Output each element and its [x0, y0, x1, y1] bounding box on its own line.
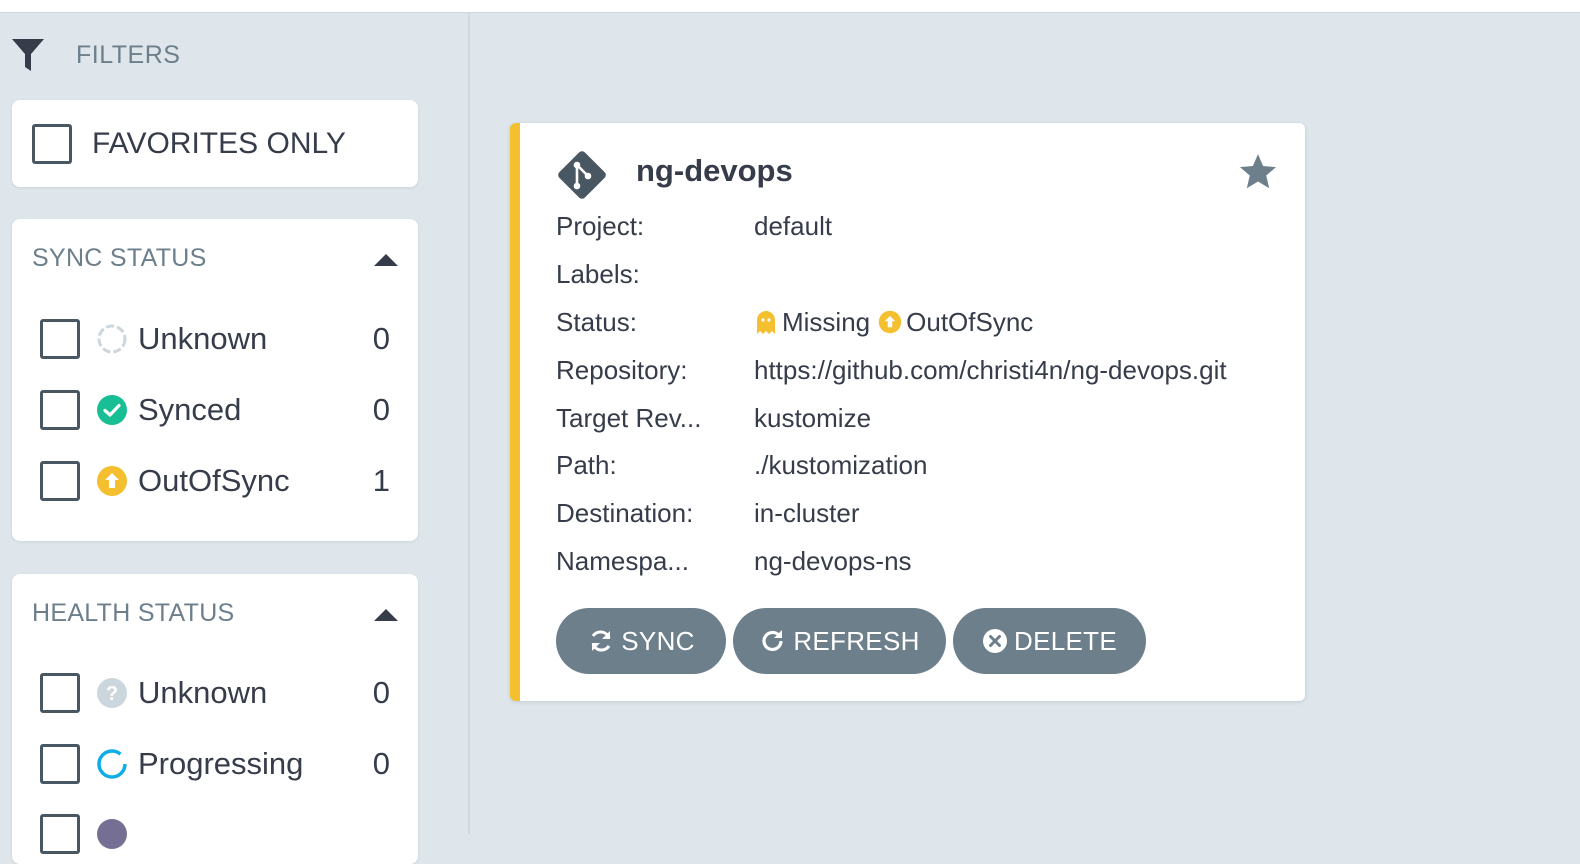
- progress-ring-icon: [96, 748, 128, 780]
- svg-text:?: ?: [106, 683, 118, 705]
- detail-status: Status: Missing OutOfSync: [556, 299, 1296, 347]
- detail-key: Project:: [556, 211, 754, 242]
- sync-outofsync-checkbox[interactable]: [40, 461, 80, 501]
- detail-key: Destination:: [556, 498, 754, 529]
- filter-icon: [12, 37, 46, 73]
- filters-title: FILTERS: [76, 41, 180, 70]
- sync-filter-unknown[interactable]: Unknown 0: [40, 317, 390, 361]
- ghost-icon: [754, 310, 778, 334]
- health-unknown-label: Unknown: [138, 675, 373, 711]
- delete-button[interactable]: DELETE: [953, 608, 1146, 674]
- health-status-text: Missing: [782, 307, 870, 338]
- favorites-only-filter[interactable]: FAVORITES ONLY: [12, 100, 418, 187]
- application-card[interactable]: ng-devops Project: default Labels: Statu…: [510, 123, 1305, 701]
- health-filter-progressing[interactable]: Progressing 0: [40, 742, 390, 786]
- health-progressing-checkbox[interactable]: [40, 744, 80, 784]
- arrow-up-circle-icon: [96, 465, 128, 497]
- favorite-star-icon[interactable]: [1237, 151, 1279, 193]
- health-progressing-label: Progressing: [138, 746, 373, 782]
- health-unknown-checkbox[interactable]: [40, 673, 80, 713]
- top-bar: [0, 0, 1580, 13]
- favorites-only-checkbox[interactable]: [32, 124, 72, 164]
- application-name[interactable]: ng-devops: [636, 153, 793, 189]
- application-details: Project: default Labels: Status: Missing: [556, 203, 1296, 585]
- sync-unknown-count: 0: [373, 321, 390, 357]
- refresh-button[interactable]: REFRESH: [733, 608, 946, 674]
- detail-key: Path:: [556, 450, 754, 481]
- detail-path: Path: ./kustomization: [556, 442, 1296, 490]
- check-circle-icon: [96, 394, 128, 426]
- sync-status-text: OutOfSync: [906, 307, 1033, 338]
- sync-unknown-label: Unknown: [138, 321, 373, 357]
- card-actions: SYNC REFRESH DELETE: [556, 608, 1146, 674]
- repository-link[interactable]: https://github.com/christi4n/ng-devops.g…: [754, 355, 1227, 386]
- question-circle-icon: ?: [96, 677, 128, 709]
- filters-sidebar: FILTERS FAVORITES ONLY SYNC STATUS Unkno…: [0, 13, 470, 834]
- close-circle-icon: [982, 628, 1008, 654]
- sync-status-panel: SYNC STATUS Unknown 0 Synced 0 OutOfSync: [12, 219, 418, 541]
- filters-header: FILTERS: [12, 35, 180, 75]
- detail-labels: Labels:: [556, 251, 1296, 299]
- detail-value: in-cluster: [754, 498, 859, 529]
- health-status-title: HEALTH STATUS: [32, 599, 235, 628]
- sync-filter-outofsync[interactable]: OutOfSync 1: [40, 459, 390, 503]
- health-suspended-checkbox[interactable]: [40, 814, 80, 854]
- sync-synced-count: 0: [373, 392, 390, 428]
- sync-icon: [587, 627, 615, 655]
- detail-key: Status:: [556, 307, 754, 338]
- git-icon: [556, 149, 608, 201]
- arrow-up-circle-icon: [878, 310, 902, 334]
- sync-filter-synced[interactable]: Synced 0: [40, 388, 390, 432]
- status-values: Missing OutOfSync: [754, 307, 1033, 338]
- pause-circle-icon: [96, 818, 128, 850]
- collapse-caret-icon[interactable]: [374, 609, 398, 621]
- sync-unknown-checkbox[interactable]: [40, 319, 80, 359]
- sync-synced-checkbox[interactable]: [40, 390, 80, 430]
- detail-destination: Destination: in-cluster: [556, 490, 1296, 538]
- refresh-icon: [759, 627, 787, 655]
- favorites-only-label: FAVORITES ONLY: [92, 127, 346, 161]
- sync-outofsync-count: 1: [373, 463, 390, 499]
- detail-project: Project: default: [556, 203, 1296, 251]
- health-progressing-count: 0: [373, 746, 390, 782]
- detail-value: default: [754, 211, 832, 242]
- sync-status-title: SYNC STATUS: [32, 244, 207, 273]
- detail-value: ./kustomization: [754, 450, 927, 481]
- detail-value: ng-devops-ns: [754, 546, 912, 577]
- sync-synced-label: Synced: [138, 392, 373, 428]
- detail-key: Target Rev...: [556, 403, 754, 434]
- health-filter-unknown[interactable]: ? Unknown 0: [40, 671, 390, 715]
- detail-key: Repository:: [556, 355, 754, 386]
- collapse-caret-icon[interactable]: [374, 254, 398, 266]
- sync-outofsync-label: OutOfSync: [138, 463, 373, 499]
- health-unknown-count: 0: [373, 675, 390, 711]
- detail-value: kustomize: [754, 403, 871, 434]
- health-status-panel: HEALTH STATUS ? Unknown 0 Progressing 0: [12, 574, 418, 864]
- sync-button-label: SYNC: [621, 626, 694, 657]
- detail-repository: Repository: https://github.com/christi4n…: [556, 346, 1296, 394]
- detail-target-revision: Target Rev... kustomize: [556, 394, 1296, 442]
- circle-outline-icon: [96, 323, 128, 355]
- refresh-button-label: REFRESH: [793, 626, 919, 657]
- delete-button-label: DELETE: [1014, 626, 1117, 657]
- health-filter-suspended-partial[interactable]: [40, 812, 390, 856]
- detail-key: Namespa...: [556, 546, 754, 577]
- sync-button[interactable]: SYNC: [556, 608, 726, 674]
- detail-namespace: Namespa... ng-devops-ns: [556, 538, 1296, 586]
- detail-key: Labels:: [556, 259, 754, 290]
- applications-area: ng-devops Project: default Labels: Statu…: [472, 13, 1580, 834]
